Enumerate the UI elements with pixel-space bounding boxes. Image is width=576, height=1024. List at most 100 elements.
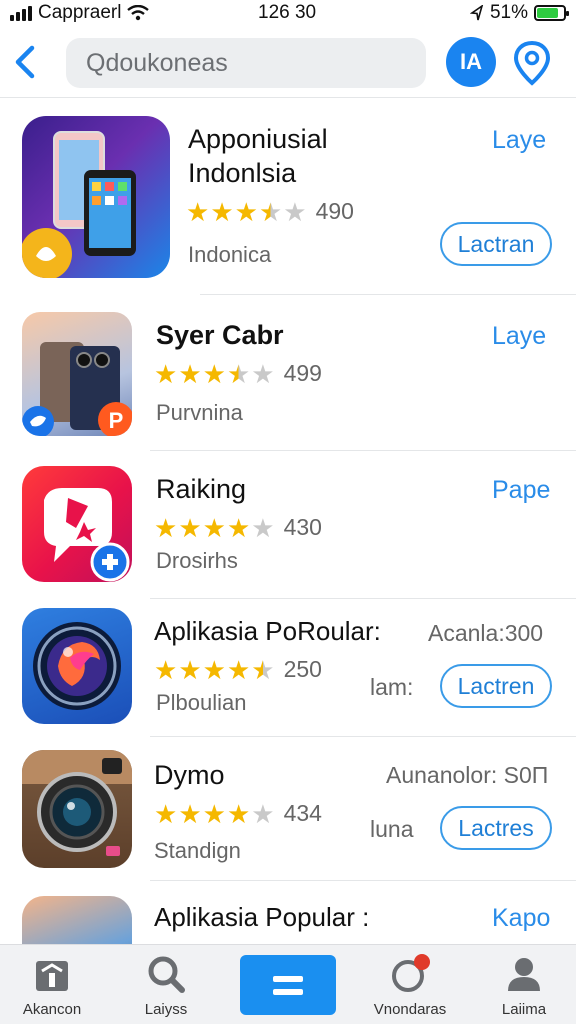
app-subtitle: Standign xyxy=(154,838,241,863)
tab-label: Laiima xyxy=(501,1001,547,1018)
list-item[interactable]: Apponiusial Indonlsia ★ ★ ★ ★ ★ 490 Indonica… xyxy=(0,112,576,292)
get-button[interactable]: Lactren xyxy=(440,664,552,708)
rating-stars: ★ ★ ★ ★ ★ 434 xyxy=(154,800,322,827)
phone-illustration-icon xyxy=(22,131,136,278)
star-empty-icon: ★ xyxy=(251,512,275,543)
tab-home[interactable]: Akancon xyxy=(2,945,102,1024)
location-pin-icon[interactable] xyxy=(512,40,552,86)
rating-stars: ★ ★ ★ ★ ★ 250 xyxy=(154,656,322,683)
tab-label: Laiyss xyxy=(144,1001,188,1018)
battery-icon xyxy=(534,5,569,21)
star-icon: ★ xyxy=(154,358,178,389)
app-name[interactable]: Raiking xyxy=(156,472,246,506)
tab-profile[interactable]: Laiima xyxy=(474,945,574,1024)
app-icon-phones[interactable] xyxy=(22,116,170,278)
star-icon: ★ xyxy=(234,196,258,227)
app-subtitle: Purvnina xyxy=(156,400,243,425)
app-icon-photo[interactable] xyxy=(22,896,132,944)
rating-count: 250 xyxy=(283,656,322,682)
refresh-icon xyxy=(392,954,430,992)
app-subtitle: Drosirhs xyxy=(156,548,238,573)
carrier-name: Capprаerl xyxy=(38,2,122,23)
star-icon: ★ xyxy=(154,512,178,543)
rating-stars: ★ ★ ★ ★ ★ 430 xyxy=(154,514,322,541)
app-icon-lens[interactable] xyxy=(22,608,132,724)
star-icon: ★ xyxy=(186,196,210,227)
chat-bubble-icon xyxy=(44,488,130,582)
rating-stars: ★ ★ ★ ★ ★ 490 xyxy=(186,198,354,225)
menu-button[interactable] xyxy=(240,955,336,1015)
app-icon-camera[interactable] xyxy=(22,750,132,868)
search-input[interactable] xyxy=(66,38,426,88)
star-icon: ★ xyxy=(154,798,178,829)
row-divider xyxy=(200,294,576,295)
rating-count: 490 xyxy=(315,198,354,224)
search-bar[interactable] xyxy=(66,38,426,88)
app-subtitle: Plboulian xyxy=(156,690,247,715)
app-name[interactable]: Aplikasia PoRoular: xyxy=(154,614,381,648)
rating-count: 499 xyxy=(283,360,322,386)
star-icon: ★ xyxy=(226,798,251,829)
star-icon: ★ xyxy=(226,654,251,685)
app-icon-camera-phones[interactable]: P xyxy=(22,312,132,436)
star-icon: ★ xyxy=(178,358,202,389)
star-empty-icon: ★ xyxy=(283,196,307,227)
star-icon: ★ xyxy=(226,512,251,543)
tab-updates[interactable]: Vnondaras xyxy=(360,945,460,1024)
star-icon: ★ xyxy=(178,512,202,543)
app-name[interactable]: Apponiusial xyxy=(188,122,328,156)
camera-icon xyxy=(22,750,132,856)
back-chevron-icon[interactable] xyxy=(8,40,44,84)
star-half-icon: ★ xyxy=(251,654,275,685)
status-left: Capprаerl xyxy=(10,2,150,24)
phones-photo-icon: P xyxy=(22,342,132,436)
app-name-line2[interactable]: Indonlsia xyxy=(188,156,296,190)
list-item[interactable]: Dymo ★ ★ ★ ★ ★ 434 Standign Aunanolor: S0П l… xyxy=(0,746,576,880)
app-name[interactable]: Aplikasia Popular : xyxy=(154,900,369,934)
action-link[interactable]: Kapo xyxy=(492,904,550,933)
search-icon xyxy=(148,956,185,993)
rating-stars: ★ ★ ★ ★ ★ 499 xyxy=(154,360,322,387)
row-divider xyxy=(150,450,576,451)
person-icon xyxy=(508,958,540,991)
header-divider xyxy=(0,97,576,98)
app-subtitle: Indonica xyxy=(188,242,272,267)
get-button[interactable]: Lactres xyxy=(440,806,552,850)
tab-search[interactable]: Laiyss xyxy=(116,945,216,1024)
list-item[interactable]: P Syer Cabr ★ ★ ★ ★ ★ 499 Purvnina Laye xyxy=(0,306,576,450)
bottom-tab-bar: Akancon Laiyss Vnondaras Laiima xyxy=(0,944,576,1024)
star-icon: ★ xyxy=(202,512,226,543)
svg-text:P: P xyxy=(109,408,124,433)
action-link[interactable]: Pape xyxy=(492,476,550,505)
action-link[interactable]: Laye xyxy=(492,126,546,155)
profile-initials: IA xyxy=(460,49,482,74)
star-icon: ★ xyxy=(210,196,234,227)
app-meta: Aunanolor: S0П xyxy=(386,762,549,788)
menu-icon-bar xyxy=(273,975,303,982)
profile-button[interactable]: IA xyxy=(446,37,496,87)
rating-count: 434 xyxy=(283,800,322,826)
location-arrow-icon xyxy=(469,5,484,21)
status-time: 126 30 xyxy=(258,2,317,23)
star-half-icon: ★ xyxy=(258,196,283,227)
app-meta-secondary: luna xyxy=(370,816,414,842)
home-icon xyxy=(36,961,68,991)
app-meta: Acanla:300 xyxy=(428,620,544,646)
app-name[interactable]: Syer Cabr xyxy=(156,318,284,352)
app-icon-raiking[interactable] xyxy=(22,466,132,582)
menu-icon-bar xyxy=(273,988,303,995)
status-bar: Capprаerl 126 30 51% xyxy=(0,0,576,28)
star-half-icon: ★ xyxy=(226,358,251,389)
get-button[interactable]: Lactran xyxy=(440,222,552,266)
list-item[interactable]: Aplikasia Popular : Kapo xyxy=(0,890,576,944)
battery-percent: 51% xyxy=(489,2,528,23)
action-link[interactable]: Laye xyxy=(492,322,546,351)
signal-icon xyxy=(10,5,32,21)
star-icon: ★ xyxy=(202,798,226,829)
status-right: 51% xyxy=(469,2,569,24)
list-item[interactable]: Aplikasia PoRoular: ★ ★ ★ ★ ★ 250 Plboulian … xyxy=(0,604,576,736)
star-empty-icon: ★ xyxy=(251,798,275,829)
search-header: IA xyxy=(0,34,576,94)
list-item[interactable]: Raiking ★ ★ ★ ★ ★ 430 Drosirhs Pape xyxy=(0,460,576,600)
app-name[interactable]: Dymo xyxy=(154,758,225,792)
